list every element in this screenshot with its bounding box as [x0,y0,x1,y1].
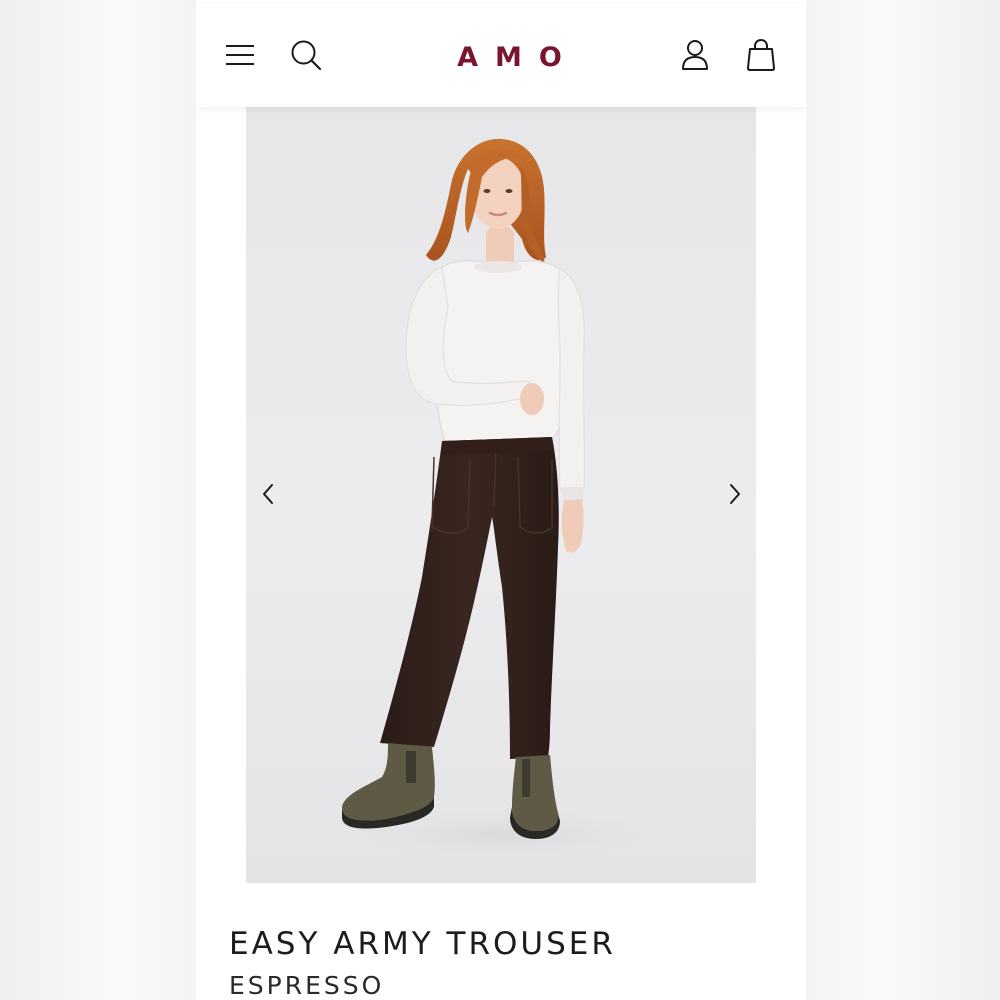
account-icon [682,40,708,70]
chevron-right-icon [730,484,740,504]
account-button[interactable] [673,33,717,77]
brand-logo[interactable]: AMO [401,38,618,78]
product-photo [334,138,674,865]
search-button[interactable] [284,33,328,77]
mobile-page: AMO EASY ARMY TROUSER ESPRESSO [196,0,806,1000]
gallery-next-button[interactable] [720,479,750,509]
product-image-gallery[interactable] [246,107,756,883]
site-header: AMO [196,4,806,107]
hamburger-menu-icon [226,45,254,65]
product-title: EASY ARMY TROUSER [229,926,616,962]
search-icon [291,40,322,71]
gallery-prev-button[interactable] [253,479,283,509]
shopping-bag-icon [747,38,775,71]
menu-button[interactable] [218,33,262,77]
cart-button[interactable] [739,33,783,77]
product-color-variant: ESPRESSO [229,971,385,1000]
chevron-left-icon [263,484,273,504]
